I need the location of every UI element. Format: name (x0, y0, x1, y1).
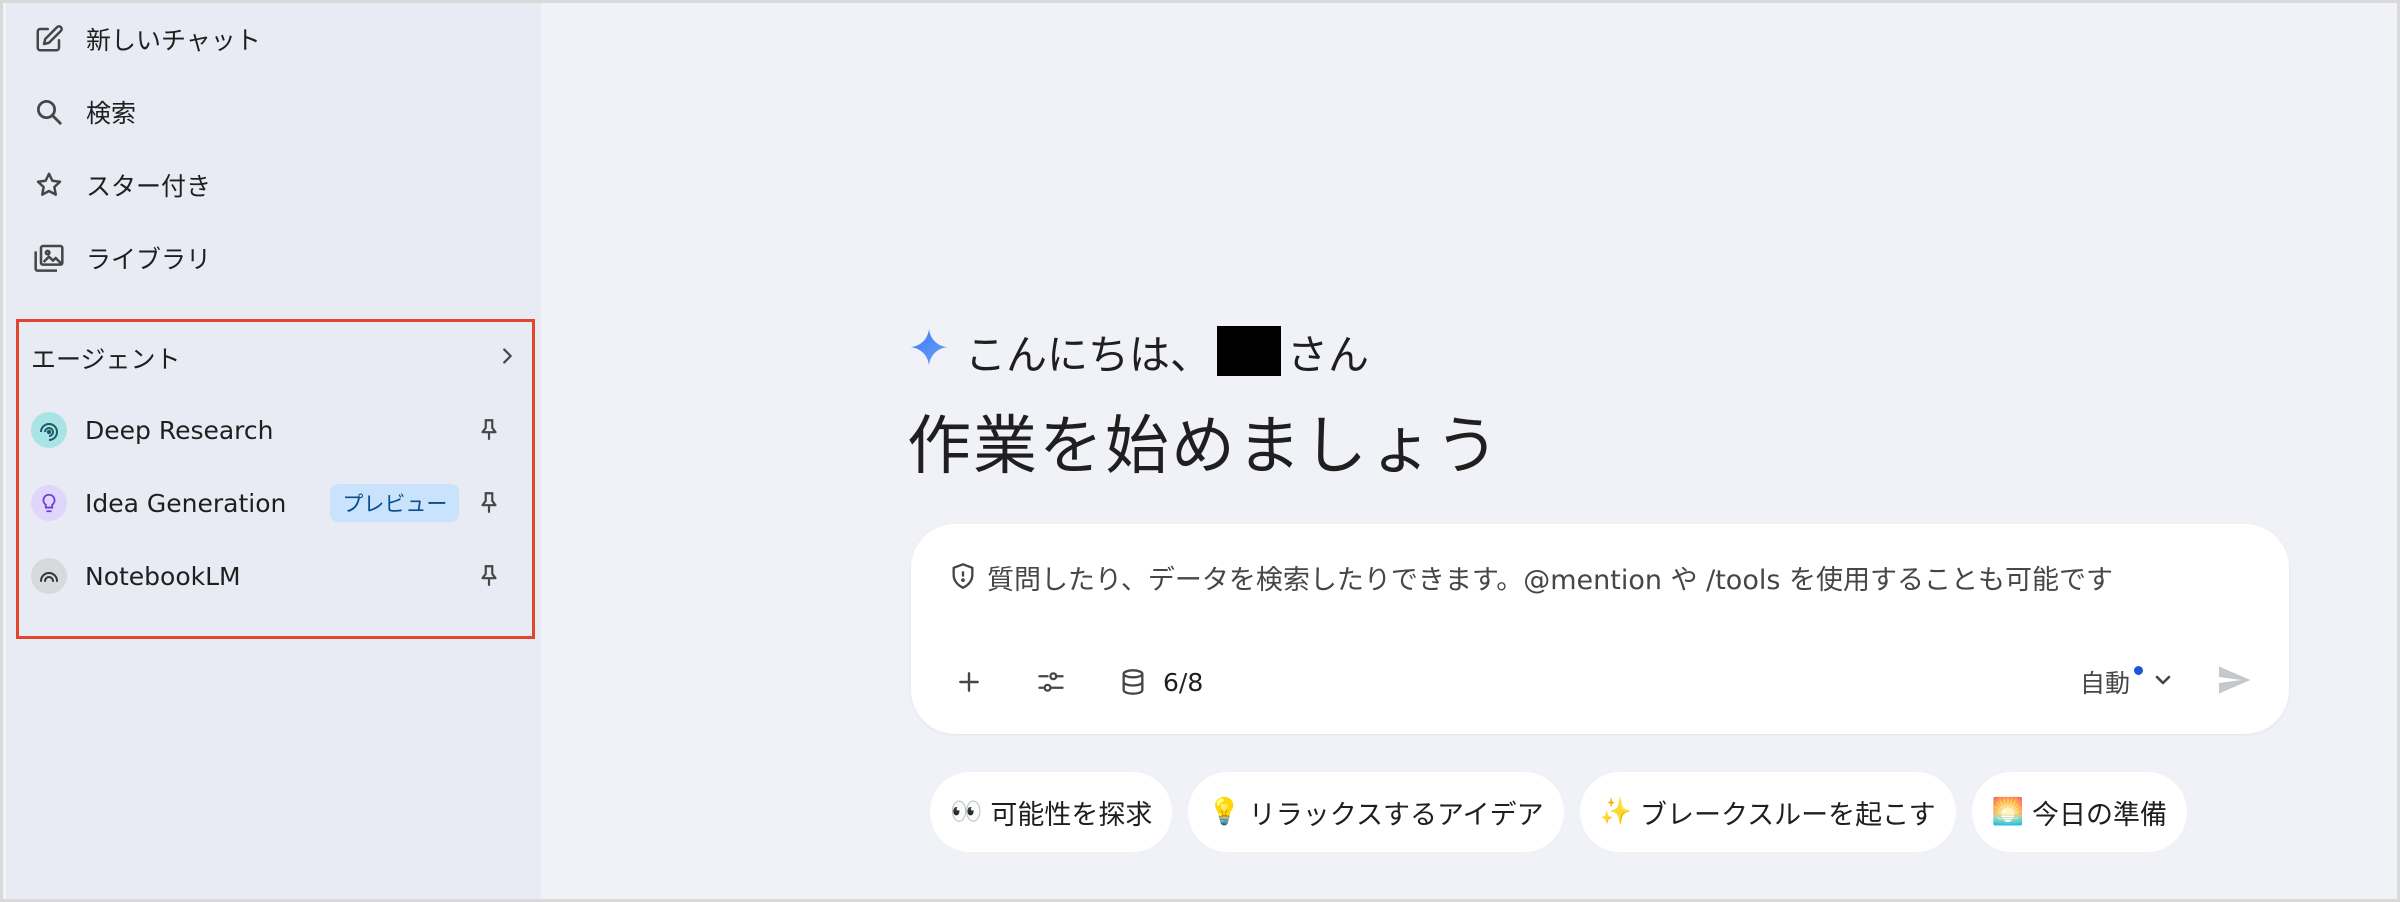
redacted-name (1217, 326, 1281, 376)
notification-dot (2134, 665, 2143, 675)
bulb-icon (31, 485, 67, 521)
add-icon[interactable] (947, 660, 991, 704)
mode-selector[interactable]: 自動 (2080, 660, 2175, 704)
agents-header[interactable]: エージェント (31, 336, 518, 380)
library-icon (32, 241, 66, 275)
shield-icon (949, 561, 977, 595)
nav-label: ライブラリ (86, 245, 212, 274)
composer[interactable]: 質問したり、データを検索したりできます。@mention や /tools を使… (911, 524, 2289, 734)
chevron-right-icon (496, 345, 518, 371)
composer-tools: 6/8 (947, 660, 1203, 704)
greeting: こんにちは、 さん (907, 321, 1369, 381)
nav-search[interactable]: 検索 (32, 90, 136, 134)
search-icon (32, 95, 66, 129)
nav-label: 検索 (86, 99, 137, 128)
pin-icon[interactable] (476, 562, 502, 594)
suggestion-chips: 👀 可能性を探求 💡 リラックスするアイデア ✨ ブレークスルーを起こす 🌅 今… (930, 772, 2187, 852)
deep-research-icon (31, 412, 67, 448)
star-icon (32, 168, 66, 202)
mode-label: 自動 (2079, 669, 2130, 698)
agent-notebooklm[interactable]: NotebookLM (31, 552, 518, 600)
agents-section: エージェント Deep Research Idea Generation プレビ… (16, 319, 535, 639)
gemini-spark-icon (907, 327, 951, 375)
page-title: 作業を始めましょう (907, 410, 1501, 484)
bulb-icon: 💡 (1208, 797, 1241, 827)
agent-name: Deep Research (85, 415, 274, 445)
chip-label: 今日の準備 (2032, 799, 2167, 831)
chip-breakthrough[interactable]: ✨ ブレークスルーを起こす (1579, 772, 1956, 852)
sidebar: 新しいチャット 検索 スター付き ライブラリ エージェント Deep Resea… (6, 3, 541, 899)
nav-label: スター付き (86, 172, 212, 201)
sunrise-icon: 🌅 (1991, 797, 2024, 827)
agent-name: NotebookLM (85, 561, 241, 591)
nav-label: 新しいチャット (86, 26, 261, 55)
tools-settings-icon[interactable] (1029, 660, 1073, 704)
pin-icon[interactable] (476, 416, 502, 448)
database-icon[interactable] (1111, 660, 1155, 704)
eyes-icon: 👀 (950, 797, 983, 827)
prompt-placeholder: 質問したり、データを検索したりできます。@mention や /tools を使… (987, 565, 2113, 596)
chip-relax-ideas[interactable]: 💡 リラックスするアイデア (1188, 772, 1564, 852)
sparkles-icon: ✨ (1599, 797, 1632, 827)
notebooklm-icon (31, 558, 67, 594)
agent-idea-generation[interactable]: Idea Generation プレビュー (31, 479, 518, 527)
edit-icon (32, 22, 66, 56)
nav-new-chat[interactable]: 新しいチャット (32, 17, 261, 61)
greeting-suffix: さん (1287, 331, 1369, 379)
prompt-input[interactable]: 質問したり、データを検索したりできます。@mention や /tools を使… (949, 558, 2113, 597)
chevron-down-icon (2151, 668, 2175, 696)
source-count: 6/8 (1163, 667, 1204, 697)
nav-library[interactable]: ライブラリ (32, 236, 211, 280)
chip-label: 可能性を探求 (990, 799, 1153, 831)
preview-badge: プレビュー (330, 484, 460, 522)
app-window: 新しいチャット 検索 スター付き ライブラリ エージェント Deep Resea… (0, 0, 2400, 902)
chip-explore[interactable]: 👀 可能性を探求 (930, 772, 1173, 852)
agent-deep-research[interactable]: Deep Research (31, 406, 518, 454)
agent-name: Idea Generation (85, 488, 287, 518)
chip-label: リラックスするアイデア (1248, 799, 1544, 831)
pin-icon[interactable] (476, 489, 502, 521)
chip-prepare-today[interactable]: 🌅 今日の準備 (1971, 772, 2187, 852)
chip-label: ブレークスルーを起こす (1639, 799, 1936, 831)
agents-title: エージェント (31, 345, 181, 374)
nav-starred[interactable]: スター付き (32, 163, 211, 207)
send-icon[interactable] (2215, 662, 2253, 702)
greeting-prefix: こんにちは、 (965, 331, 1211, 379)
